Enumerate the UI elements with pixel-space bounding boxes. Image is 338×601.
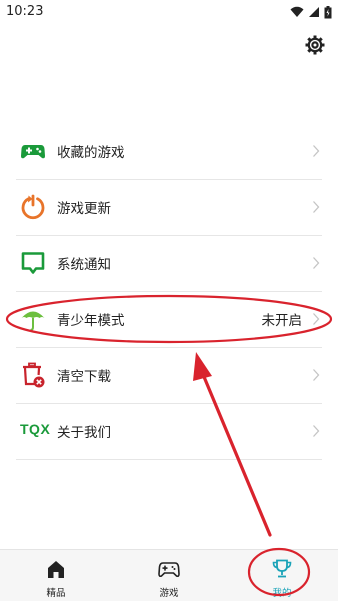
chevron-right-icon (313, 257, 320, 269)
menu-item-favorite-games[interactable]: 收藏的游戏 (16, 124, 322, 180)
chevron-right-icon (313, 201, 320, 213)
menu-item-system-notifications[interactable]: 系统通知 (16, 236, 322, 292)
status-bar: 10:23 (0, 0, 338, 24)
chevron-right-icon (313, 425, 320, 437)
nav-tab-label: 精品 (46, 588, 66, 599)
gear-icon (305, 35, 325, 55)
menu-item-game-updates[interactable]: 游戏更新 (16, 180, 322, 236)
menu-item-label: 系统通知 (57, 257, 111, 273)
battery-icon (324, 5, 332, 18)
status-time: 10:23 (6, 4, 44, 19)
menu-item-label: 游戏更新 (57, 201, 111, 217)
nav-tab-label: 游戏 (159, 588, 179, 599)
menu-item-teen-mode[interactable]: 青少年模式 未开启 (16, 292, 322, 348)
nav-tab-games[interactable]: 游戏 (113, 550, 225, 601)
status-icons (290, 4, 332, 20)
menu-item-label: 关于我们 (57, 425, 111, 441)
chevron-right-icon (313, 369, 320, 381)
wifi-icon (290, 6, 304, 17)
signal-icon (309, 7, 319, 17)
settings-button[interactable] (303, 33, 327, 57)
trash-icon (20, 362, 46, 388)
refresh-icon (20, 194, 46, 220)
bottom-nav: 精品 游戏 我的 (0, 549, 338, 601)
home-icon (48, 561, 64, 578)
nav-tab-featured[interactable]: 精品 (0, 550, 112, 601)
chevron-right-icon (313, 313, 320, 325)
nav-tab-mine[interactable]: 我的 (226, 550, 338, 601)
menu-item-about-us[interactable]: TQX 关于我们 (16, 404, 322, 460)
menu-item-label: 收藏的游戏 (57, 145, 125, 161)
menu-item-label: 青少年模式 (57, 313, 125, 329)
trophy-icon (272, 559, 292, 578)
chevron-right-icon (313, 145, 320, 157)
umbrella-icon (20, 306, 46, 332)
nav-tab-label: 我的 (272, 588, 292, 599)
tqx-logo: TQX (20, 421, 51, 437)
message-icon (20, 250, 46, 276)
menu-item-clear-downloads[interactable]: 清空下载 (16, 348, 322, 404)
gamepad-icon (158, 562, 180, 578)
gamepad-icon (20, 138, 46, 164)
teen-mode-status: 未开启 (261, 313, 303, 329)
menu-item-label: 清空下载 (57, 369, 111, 385)
